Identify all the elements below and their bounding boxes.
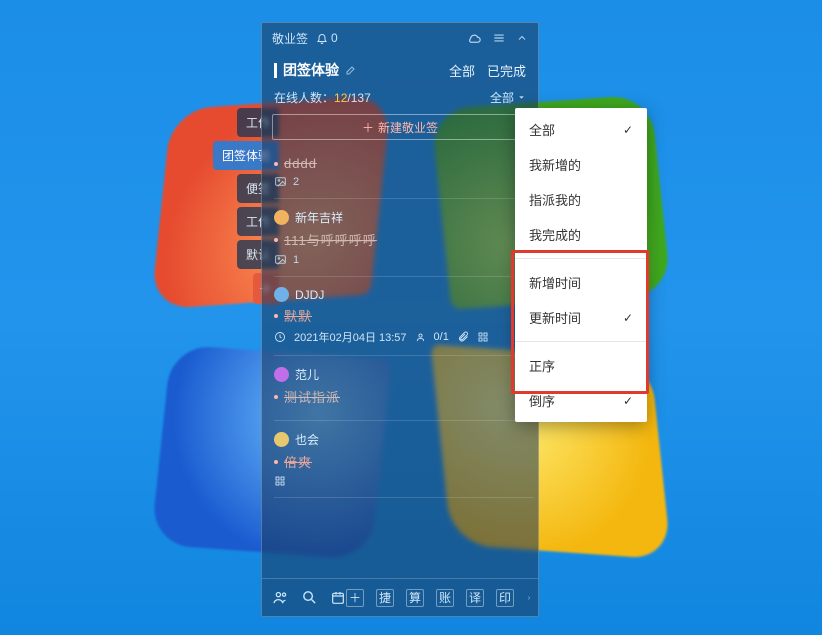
bullet-dot <box>274 395 278 399</box>
menu-item-label: 我新增的 <box>529 155 581 174</box>
image-count: 1 <box>293 254 299 266</box>
bullet-dot <box>274 460 278 464</box>
new-note-label: 新建敬业签 <box>378 119 438 136</box>
image-count: 2 <box>293 176 299 188</box>
note-text: 默默 <box>284 306 312 325</box>
online-label: 在线人数： <box>274 89 334 106</box>
footer-btn-0[interactable]: 捷 <box>376 589 394 607</box>
footer-btn-2[interactable]: 账 <box>436 589 454 607</box>
titlebar: 敬业签 0 <box>262 23 538 53</box>
note-item[interactable]: 范儿测试指派 <box>274 356 534 421</box>
grid-icon <box>274 475 286 487</box>
note-item[interactable]: dddd 2 <box>274 146 534 199</box>
menu-item[interactable]: 更新时间 ✓ <box>515 300 647 335</box>
avatar <box>274 432 289 447</box>
online-current: 12 <box>334 91 347 105</box>
menu-item[interactable]: 正序 <box>515 348 647 383</box>
menu-lines-icon[interactable] <box>492 31 506 45</box>
notes-list: dddd 2 新年吉祥 111与呼呼呼呼 1 DJDJ 默默 2021年02月04日 13:5… <box>262 146 538 578</box>
avatar <box>274 367 289 382</box>
menu-item-label: 指派我的 <box>529 190 581 209</box>
bell-count: 0 <box>331 31 338 45</box>
contacts-icon[interactable] <box>272 589 289 606</box>
menu-item-label: 正序 <box>529 356 555 375</box>
edit-group-icon[interactable] <box>345 64 357 76</box>
online-total: 137 <box>351 91 371 105</box>
note-author: 也会 <box>295 431 319 448</box>
menu-item[interactable]: 指派我的 <box>515 182 647 217</box>
person-icon <box>415 332 426 343</box>
online-row: 在线人数： 12 / 137 全部 <box>262 87 538 112</box>
main-panel: 敬业签 0 团签体验 全部 已完成 在线人数： 12 / 137 全部 <box>261 22 539 617</box>
menu-item[interactable]: 新增时间 <box>515 265 647 300</box>
note-date: 2021年02月04日 13:57 <box>294 329 407 345</box>
image-icon <box>274 253 287 266</box>
note-text: 倍爽 <box>284 452 312 471</box>
note-author: 新年吉祥 <box>295 209 343 226</box>
check-icon: ✓ <box>623 311 633 325</box>
footer-btn-4[interactable]: 印 <box>496 589 514 607</box>
check-icon: ✓ <box>623 123 633 137</box>
footer-btn-3[interactable]: 译 <box>466 589 484 607</box>
footer-more-icon[interactable] <box>526 591 532 605</box>
note-text: 测试指派 <box>284 387 340 406</box>
search-icon[interactable] <box>301 589 318 606</box>
avatar <box>274 210 289 225</box>
note-item[interactable]: DJDJ 默默 2021年02月04日 13:57 0/1 <box>274 277 534 356</box>
bullet-dot <box>274 162 278 166</box>
clock-icon <box>274 331 286 343</box>
menu-item-label: 更新时间 <box>529 308 581 327</box>
calendar-icon[interactable] <box>330 590 346 606</box>
filter-all[interactable]: 全部 <box>449 61 475 80</box>
menu-item-label: 新增时间 <box>529 273 581 292</box>
grid-icon <box>477 331 489 343</box>
footer-btn-1[interactable]: 算 <box>406 589 424 607</box>
menu-item[interactable]: 我新增的 <box>515 147 647 182</box>
note-author: 范儿 <box>295 366 319 383</box>
menu-item[interactable]: 全部 ✓ <box>515 112 647 147</box>
menu-item[interactable]: 我完成的 <box>515 217 647 252</box>
note-text: 111与呼呼呼呼 <box>284 230 377 249</box>
attachment-icon <box>457 331 469 343</box>
image-icon <box>274 175 287 188</box>
people-count: 0/1 <box>434 331 449 343</box>
notification-bell[interactable]: 0 <box>316 31 338 45</box>
menu-item[interactable]: 倒序 ✓ <box>515 383 647 418</box>
note-item[interactable]: 也会倍爽 <box>274 421 534 498</box>
note-author: DJDJ <box>295 288 324 302</box>
footer-toolbar: ＋ 捷算账译印 <box>262 578 538 616</box>
plus-icon: ＋ <box>362 119 374 136</box>
note-text: dddd <box>284 156 317 171</box>
menu-item-label: 全部 <box>529 120 555 139</box>
filter-dropdown-trigger[interactable]: 全部 <box>490 89 526 106</box>
footer-add-button[interactable]: ＋ <box>346 589 364 607</box>
bullet-dot <box>274 238 278 242</box>
note-item[interactable]: 新年吉祥 111与呼呼呼呼 1 <box>274 199 534 277</box>
check-icon: ✓ <box>623 394 633 408</box>
app-title: 敬业签 <box>272 30 308 47</box>
collapse-icon[interactable] <box>516 32 528 44</box>
group-name: 团签体验 <box>283 60 339 80</box>
group-header: 团签体验 全部 已完成 <box>262 53 538 87</box>
filter-done[interactable]: 已完成 <box>487 61 526 80</box>
new-note-button[interactable]: ＋ 新建敬业签 <box>272 114 528 140</box>
menu-item-label: 我完成的 <box>529 225 581 244</box>
cloud-sync-icon[interactable] <box>467 31 482 46</box>
filter-dropdown-menu: 全部 ✓ 我新增的指派我的我完成的 新增时间更新时间 ✓ 正序倒序 ✓ <box>515 108 647 422</box>
menu-item-label: 倒序 <box>529 391 555 410</box>
bullet-dot <box>274 314 278 318</box>
avatar <box>274 287 289 302</box>
